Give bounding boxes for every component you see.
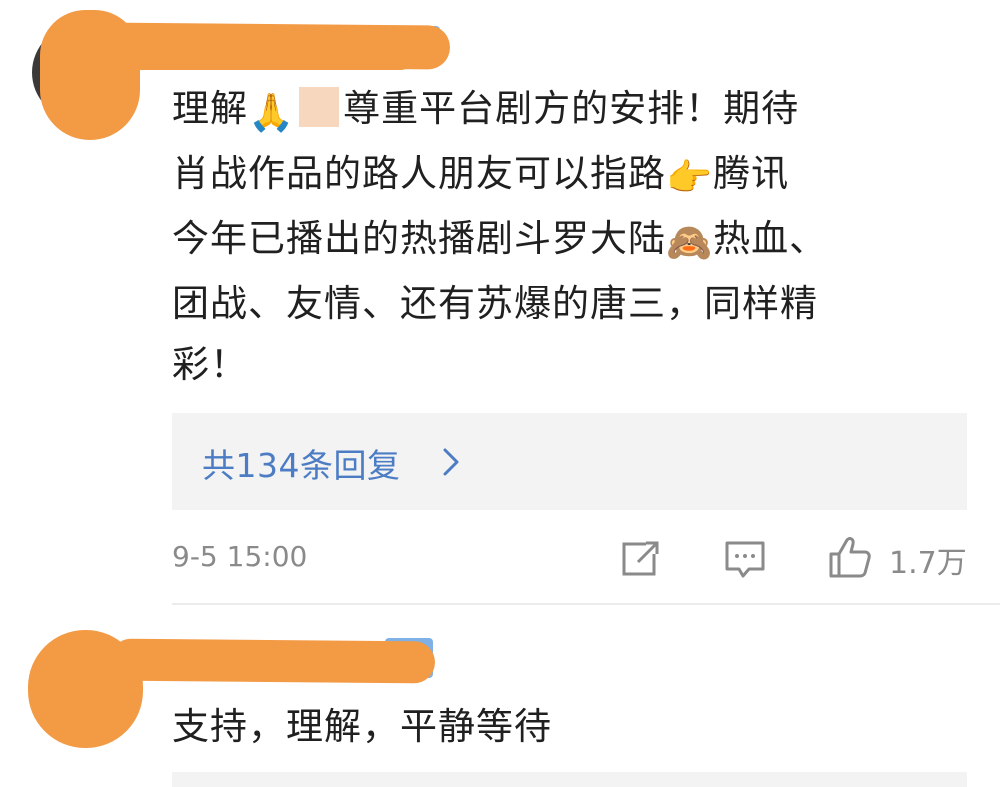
comment1-line: 彩！ bbox=[172, 334, 942, 395]
comment-icon[interactable] bbox=[724, 540, 766, 580]
comment1-line: 团战、友情、还有苏爆的唐三，同样精 bbox=[172, 273, 942, 334]
comment-text-segment: 今年已播出的热播剧斗罗大陆 bbox=[172, 217, 666, 260]
comment-timestamp: 9-5 15:00 bbox=[172, 540, 308, 573]
skin-tone-swatch-icon bbox=[299, 87, 340, 127]
like-count: 1.7万 bbox=[889, 546, 967, 581]
comment1-line: 肖战作品的路人朋友可以指路👉腾讯 bbox=[172, 143, 942, 208]
chevron-right-icon bbox=[443, 448, 459, 476]
comment2-body: 支持，理解，平静等待 bbox=[172, 705, 552, 748]
comment-text-segment: 彩！ bbox=[172, 343, 248, 386]
comment-text-segment: 团战、友情、还有苏爆的唐三，同样精 bbox=[172, 282, 818, 325]
redaction-mark bbox=[110, 52, 410, 70]
comment-divider bbox=[172, 603, 1000, 605]
pray-emoji-icon: 🙏 bbox=[248, 91, 296, 134]
comment-text-segment: 腾讯 bbox=[713, 152, 790, 195]
monkey-emoji-icon: 🙈 bbox=[666, 221, 714, 264]
comment-text-segment: 热血、 bbox=[713, 217, 828, 260]
like-thumb-icon[interactable] bbox=[828, 535, 872, 579]
redaction-mark bbox=[109, 638, 436, 684]
pointing-right-emoji-icon: 👉 bbox=[666, 156, 714, 199]
comment1-body: 理解🙏 尊重平台剧方的安排！期待 肖战作品的路人朋友可以指路👉腾讯 今年已播出的热… bbox=[172, 78, 942, 395]
comment-text-segment: 理解 bbox=[172, 87, 248, 130]
comment1-line: 理解🙏 尊重平台剧方的安排！期待 bbox=[172, 78, 942, 143]
comment1-line: 今年已播出的热播剧斗罗大陆🙈热血、 bbox=[172, 208, 942, 273]
view-replies-link[interactable]: 共134条回复 bbox=[202, 439, 401, 487]
replies-box[interactable] bbox=[172, 772, 967, 787]
replies-box[interactable]: 共134条回复 bbox=[172, 413, 967, 510]
share-icon[interactable] bbox=[620, 540, 660, 578]
comment-text-segment: 尊重平台剧方的安排！期待 bbox=[343, 87, 800, 130]
comment-text-segment: 肖战作品的路人朋友可以指路 bbox=[172, 152, 666, 195]
